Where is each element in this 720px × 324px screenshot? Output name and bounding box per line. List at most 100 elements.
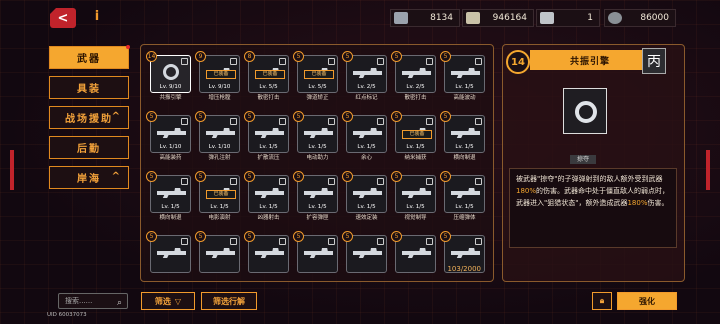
item-cell[interactable]: Lv. 2/5 5 红点标记 — [342, 51, 387, 104]
item-rank-badge: 5 — [293, 51, 304, 62]
nav-coast[interactable]: 岸海 ^ — [49, 166, 129, 189]
item-cell[interactable]: Lv. 1/5 5 横向制退 — [440, 111, 485, 164]
item-cell[interactable]: Lv. 1/10 5 高能装药 — [146, 111, 191, 164]
weapon-icon — [255, 128, 284, 138]
chevron-up-icon: ^ — [111, 171, 122, 182]
item-rank-badge: 5 — [244, 231, 255, 242]
side-decoration — [10, 150, 14, 190]
item-name: 扩容弹匣 — [306, 215, 329, 221]
item-cell[interactable]: 已装备 Lv. 5/5 8 散密打击 — [244, 51, 289, 104]
item-cell[interactable]: Lv. 1/5 5 电动助力 — [293, 111, 338, 164]
sort-button[interactable]: 筛选行解 — [201, 292, 257, 310]
lock-icon — [377, 238, 384, 245]
item-count: 103/2000 — [447, 265, 481, 273]
filter-button[interactable]: 筛选 ▽ — [141, 292, 195, 310]
item-cell[interactable]: Lv. 1/5 5 扩散流压 — [244, 111, 289, 164]
item-cell[interactable]: Lv. 1/5 5 扩容弹匣 — [293, 171, 338, 224]
item-level: Lv. 1/5 — [406, 204, 425, 210]
item-cell[interactable]: 5 — [342, 231, 387, 284]
item-card: 已装备 Lv. 1/5 — [395, 115, 436, 153]
item-cell[interactable]: Lv. 1/5 5 速效定装 — [342, 171, 387, 224]
back-arrow-icon: < — [57, 10, 69, 26]
item-cell[interactable]: Lv. 1/5 5 横向制退 — [146, 171, 191, 224]
lock-icon — [377, 58, 384, 65]
search-input[interactable]: 搜索...... ⌕ — [58, 293, 128, 309]
item-cell[interactable]: 5 — [195, 231, 240, 284]
item-card — [150, 235, 191, 273]
weapon-icon — [304, 188, 333, 198]
item-name: 散密打击 — [257, 95, 280, 101]
weapon-icon — [157, 128, 186, 138]
lock-button[interactable]: 🔒︎ — [592, 292, 612, 310]
lock-icon — [475, 238, 482, 245]
category-icon[interactable]: 丙 — [642, 48, 666, 74]
item-rank-badge: 5 — [195, 231, 206, 242]
gem-icon — [608, 12, 622, 24]
item-cell[interactable]: Lv. 1/5 5 凶器射击 — [244, 171, 289, 224]
item-name: 扩散流压 — [257, 155, 280, 161]
item-cell[interactable]: 已装备 Lv. 9/10 9 增压枪膛 — [195, 51, 240, 104]
gear-icon — [575, 101, 597, 123]
item-level: Lv. 1/5 — [161, 204, 180, 210]
weapon-icon — [451, 248, 480, 258]
item-rank-badge: 5 — [146, 231, 157, 242]
resource-ticket: 1 — [536, 9, 600, 27]
item-rank-badge: 5 — [440, 111, 451, 122]
item-card: 已装备 Lv. 5/5 — [297, 55, 338, 93]
lock-icon — [279, 58, 286, 65]
item-cell[interactable]: Lv. 1/5 5 余心 — [342, 111, 387, 164]
weapon-icon — [402, 188, 431, 198]
resource-gem: 86000 — [604, 9, 676, 27]
back-button[interactable]: < — [50, 8, 76, 28]
detail-description: 被武器"掠夺"的子弹弹射到的敌人额外受到武器180%的伤害。武器命中处于僵直敌人… — [509, 168, 677, 248]
item-rank-badge: 5 — [391, 111, 402, 122]
item-cell[interactable]: 5 — [146, 231, 191, 284]
item-name: 弹道矫正 — [306, 95, 329, 101]
item-cell[interactable]: Lv. 1/5 5 高能波动 — [440, 51, 485, 104]
item-level: Lv. 1/5 — [455, 144, 474, 150]
item-card: Lv. 1/5 — [346, 115, 387, 153]
item-cell[interactable]: Lv. 9/10 14 共振引擎 — [146, 51, 191, 104]
item-level: Lv. 1/5 — [455, 84, 474, 90]
item-name: 高能波动 — [453, 95, 476, 101]
nav-battle-support[interactable]: 战场援助 ^ — [49, 106, 129, 129]
item-level: Lv. 5/5 — [259, 84, 278, 90]
item-card: Lv. 1/5 — [248, 175, 289, 213]
item-name: 速效定装 — [355, 215, 378, 221]
nav-gear[interactable]: 具装 — [49, 76, 129, 99]
item-level: Lv. 1/5 — [357, 144, 376, 150]
weapon-icon — [451, 188, 480, 198]
weapon-icon — [304, 248, 333, 258]
item-card — [199, 235, 240, 273]
item-level: Lv. 9/10 — [208, 84, 231, 90]
equipped-tag: 已装备 — [402, 130, 432, 139]
item-cell[interactable]: Lv. 2/5 5 散密打击 — [391, 51, 436, 104]
upgrade-button[interactable]: 强化 — [617, 292, 677, 310]
item-cell[interactable]: 已装备 Lv. 1/5 5 纳米捕获 — [391, 111, 436, 164]
item-card: Lv. 2/5 — [346, 55, 387, 93]
lock-icon — [426, 178, 433, 185]
item-cell[interactable]: Lv. 1/5 5 压缩弹体 — [440, 171, 485, 224]
lock-icon — [230, 58, 237, 65]
info-icon[interactable]: i — [90, 9, 104, 27]
item-cell[interactable]: 5 — [391, 231, 436, 284]
lock-icon — [475, 118, 482, 125]
item-cell[interactable]: 已装备 Lv. 5/5 5 弹道矫正 — [293, 51, 338, 104]
item-card: Lv. 1/5 — [395, 175, 436, 213]
item-cell[interactable]: 5 — [244, 231, 289, 284]
item-cell[interactable]: Lv. 1/5 5 视觉制导 — [391, 171, 436, 224]
detail-rank-badge: 14 — [506, 50, 530, 74]
item-card: Lv. 1/10 — [199, 115, 240, 153]
nav-logistics[interactable]: 后勤 — [49, 136, 129, 159]
item-cell[interactable]: Lv. 1/10 5 弹孔注射 — [195, 111, 240, 164]
item-cell[interactable]: 已装备 Lv. 1/5 5 电影演射 — [195, 171, 240, 224]
item-card: Lv. 1/5 — [444, 55, 485, 93]
weapon-icon — [255, 188, 284, 198]
item-cell[interactable]: 5 — [440, 231, 485, 284]
item-rank-badge: 5 — [195, 171, 206, 182]
item-cell[interactable]: 5 — [293, 231, 338, 284]
nav-weapon[interactable]: 武器 — [49, 45, 130, 69]
item-card: 已装备 Lv. 1/5 — [199, 175, 240, 213]
equipped-tag: 已装备 — [304, 70, 334, 79]
detail-item-image — [563, 88, 607, 134]
